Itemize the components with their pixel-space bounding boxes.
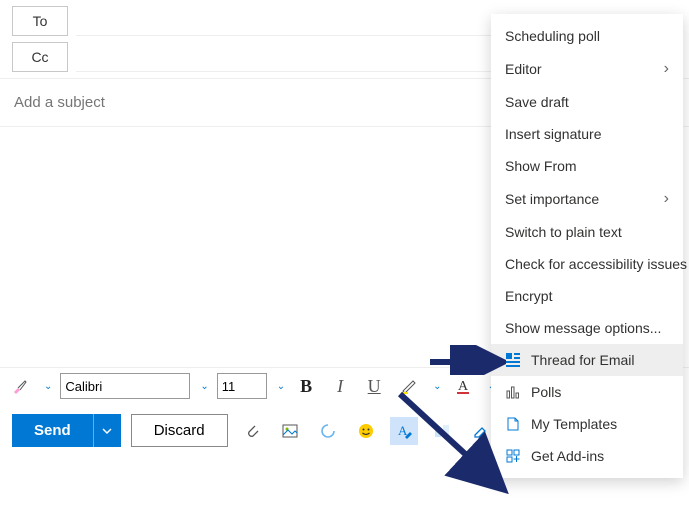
menu-item-label: Insert signature [505, 126, 602, 142]
menu-item-scheduling-poll[interactable]: Scheduling poll [491, 20, 683, 52]
menu-item-thread-for-email[interactable]: Thread for Email [491, 344, 683, 376]
addin-icon[interactable] [428, 417, 456, 445]
menu-item-label: Editor [505, 61, 542, 77]
emoji-icon[interactable] [352, 417, 380, 445]
addins-icon [505, 448, 521, 464]
menu-item-label: Polls [531, 384, 561, 400]
chevron-right-icon: › [664, 60, 669, 78]
menu-item-label: Check for accessibility issues [505, 256, 687, 272]
menu-item-encrypt[interactable]: Encrypt [491, 280, 683, 312]
eraser-icon[interactable] [466, 417, 494, 445]
thread-icon [505, 352, 521, 368]
chevron-right-icon: › [664, 190, 669, 208]
menu-item-label: Scheduling poll [505, 28, 600, 44]
menu-item-check-for-accessibility-issues[interactable]: Check for accessibility issues [491, 248, 683, 280]
loop-icon[interactable] [314, 417, 342, 445]
image-icon[interactable] [276, 417, 304, 445]
italic-button[interactable]: I [327, 372, 353, 400]
highlight-icon[interactable] [395, 372, 423, 400]
bold-button[interactable]: B [293, 372, 319, 400]
menu-item-show-message-options[interactable]: Show message options... [491, 312, 683, 344]
underline-button[interactable]: U [361, 372, 387, 400]
svg-text:A: A [458, 379, 469, 394]
paintbrush-icon[interactable] [6, 372, 34, 400]
chevron-down-icon[interactable]: ⌄ [200, 381, 208, 392]
font-size-select[interactable] [217, 373, 267, 399]
menu-item-set-importance[interactable]: Set importance › [491, 182, 683, 216]
templates-icon [505, 416, 521, 432]
menu-item-label: Set importance [505, 191, 599, 207]
more-actions-menu: Scheduling poll Editor › Save draft Insert s… [491, 14, 683, 478]
text-format-icon[interactable]: A [390, 417, 418, 445]
menu-item-label: Thread for Email [531, 352, 634, 368]
chevron-down-icon[interactable]: ⌄ [277, 381, 285, 392]
menu-item-label: My Templates [531, 416, 617, 432]
font-name-select[interactable] [60, 373, 190, 399]
menu-item-label: Show message options... [505, 320, 661, 336]
menu-item-editor[interactable]: Editor › [491, 52, 683, 86]
to-button[interactable]: To [12, 6, 68, 36]
chevron-down-icon [101, 425, 113, 437]
font-color-icon[interactable]: A [450, 372, 478, 400]
attach-icon[interactable] [238, 417, 266, 445]
menu-item-label: Get Add-ins [531, 448, 604, 464]
menu-item-my-templates[interactable]: My Templates [491, 408, 683, 440]
polls-icon [505, 384, 521, 400]
menu-item-polls[interactable]: Polls [491, 376, 683, 408]
menu-item-label: Encrypt [505, 288, 552, 304]
send-group: Send [12, 414, 121, 447]
menu-item-insert-signature[interactable]: Insert signature [491, 118, 683, 150]
chevron-down-icon[interactable]: ⌄ [44, 381, 52, 392]
menu-item-label: Switch to plain text [505, 224, 622, 240]
menu-item-show-from[interactable]: Show From [491, 150, 683, 182]
cc-button[interactable]: Cc [12, 42, 68, 72]
menu-item-switch-to-plain-text[interactable]: Switch to plain text [491, 216, 683, 248]
menu-item-label: Save draft [505, 94, 569, 110]
send-button[interactable]: Send [12, 414, 93, 447]
send-options-button[interactable] [93, 414, 121, 447]
menu-item-get-add-ins[interactable]: Get Add-ins [491, 440, 683, 472]
chevron-down-icon[interactable]: ⌄ [433, 381, 441, 392]
discard-button[interactable]: Discard [131, 414, 228, 447]
menu-item-label: Show From [505, 158, 577, 174]
menu-item-save-draft[interactable]: Save draft [491, 86, 683, 118]
